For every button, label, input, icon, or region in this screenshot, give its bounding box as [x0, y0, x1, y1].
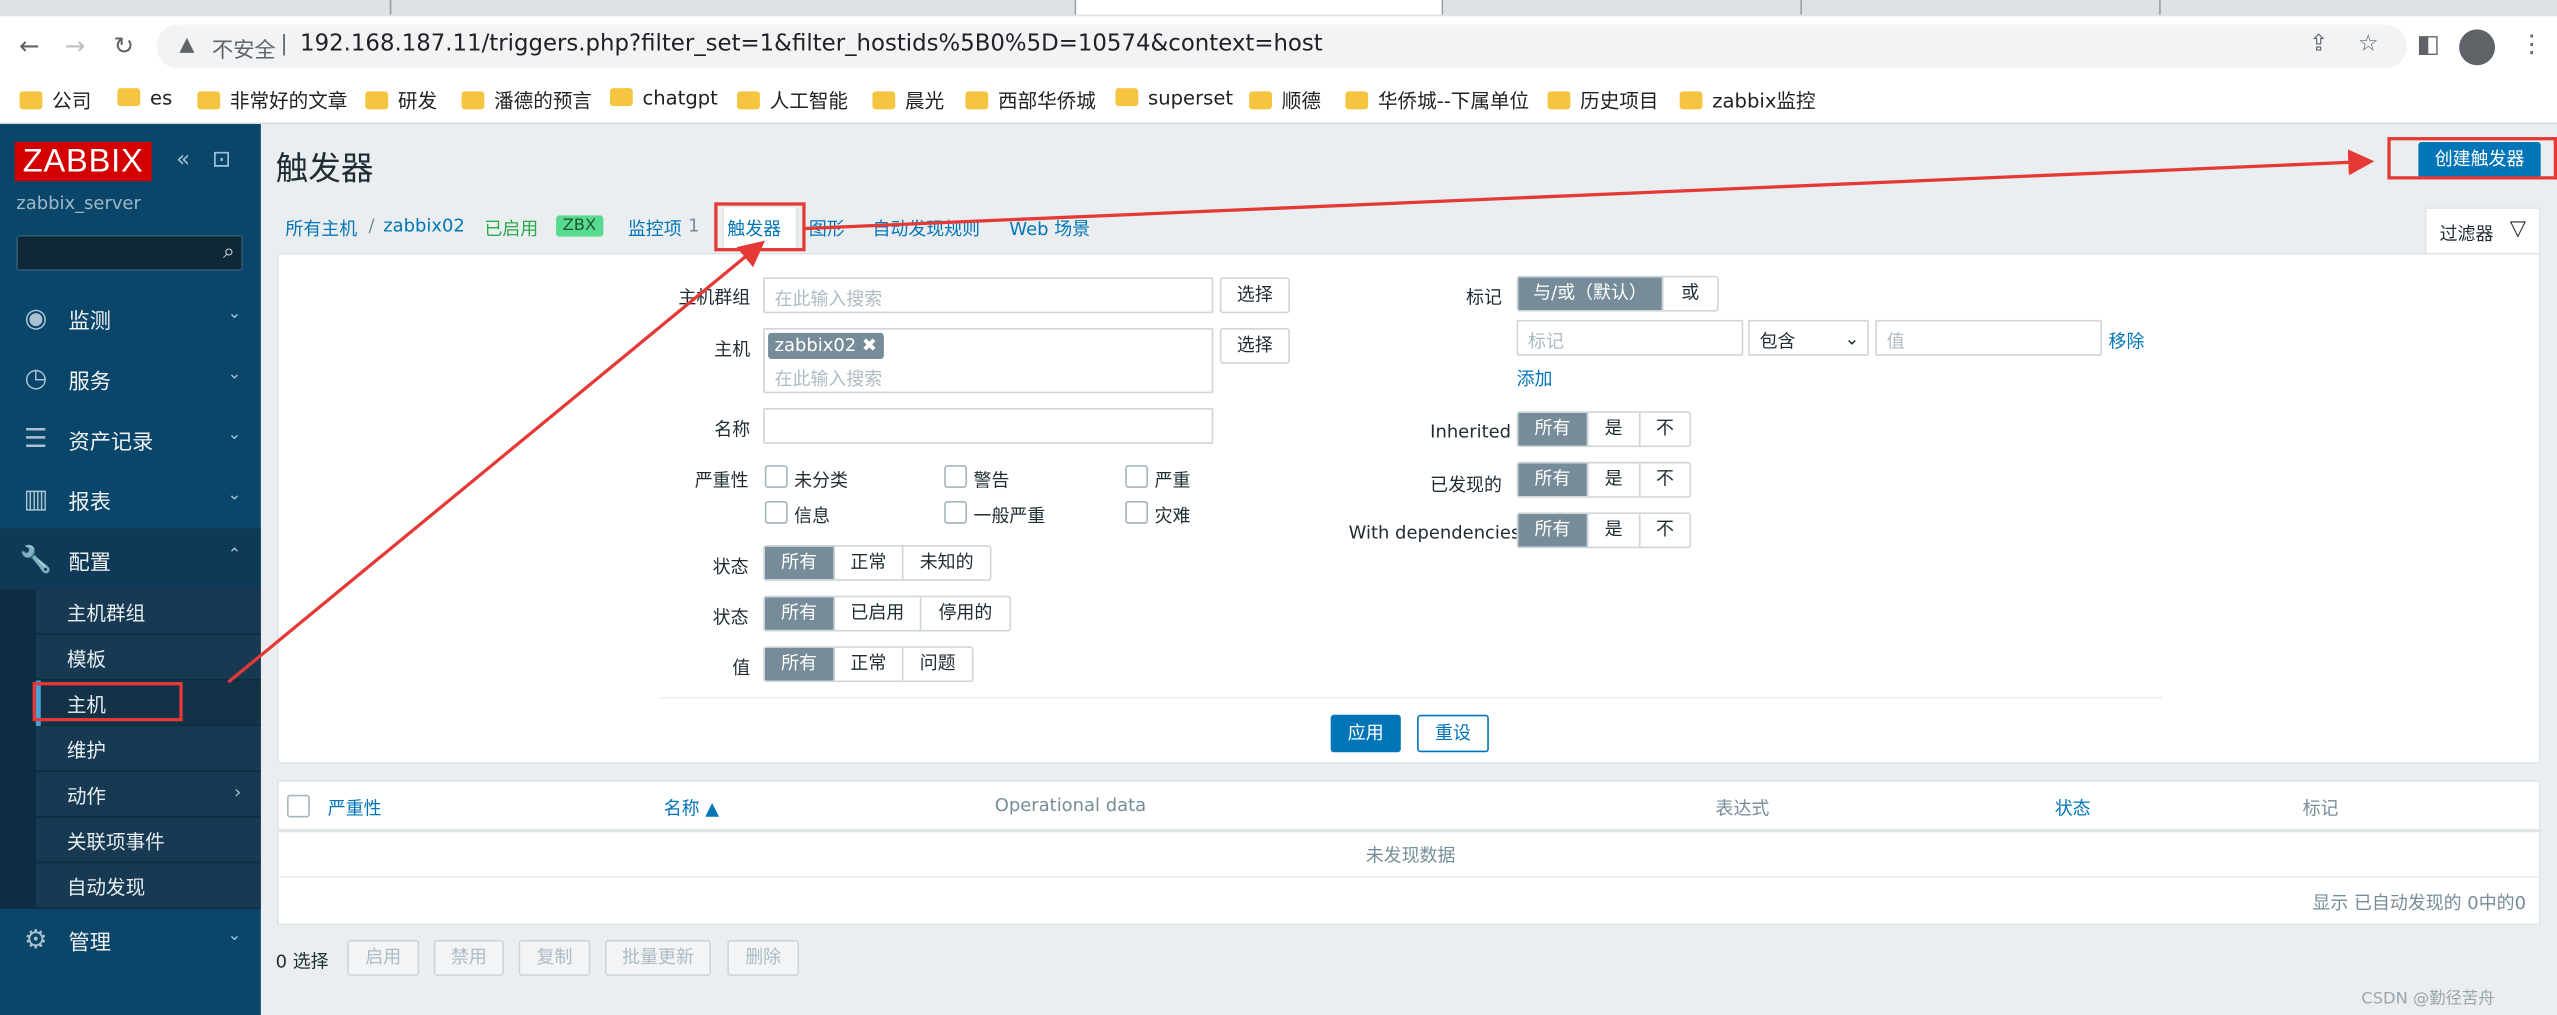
annotation-arrow — [227, 240, 765, 684]
annotation-arrows — [227, 149, 2375, 684]
annotation-arrow — [805, 149, 2375, 231]
